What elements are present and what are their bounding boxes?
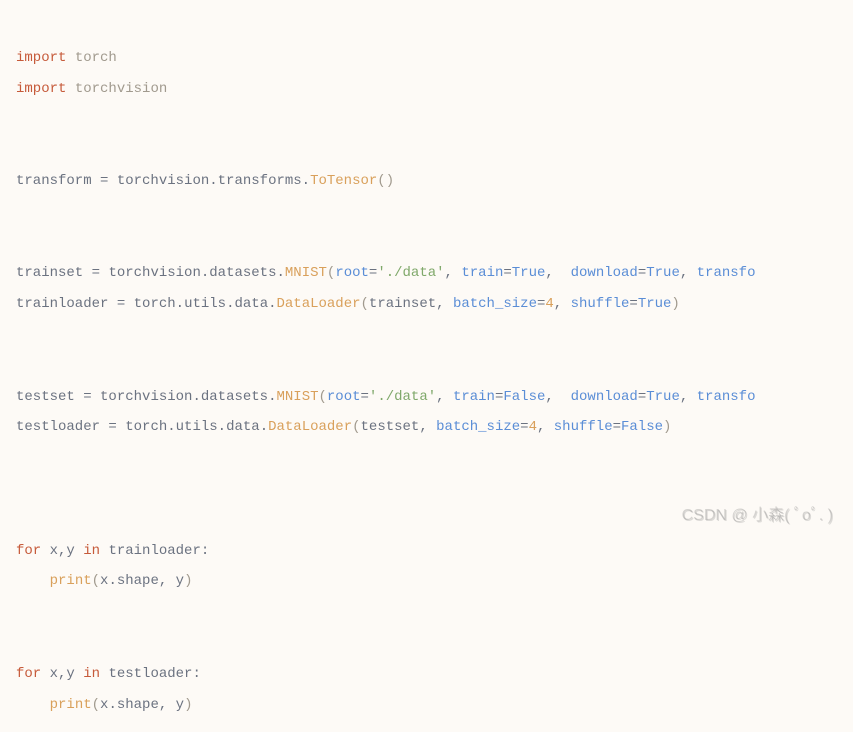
code-block: import torch import torchvision transfor… xyxy=(0,0,853,732)
function-call: ToTensor xyxy=(310,173,377,189)
kwarg: download xyxy=(571,265,638,281)
function-call: MNIST xyxy=(276,389,318,405)
variable: testset xyxy=(16,389,83,405)
function-call: MNIST xyxy=(285,265,327,281)
function-call: print xyxy=(50,697,92,713)
number-literal: 4 xyxy=(545,296,553,312)
kwarg: download xyxy=(571,389,638,405)
kwarg: batch_size xyxy=(436,419,520,435)
kwarg: shuffle xyxy=(554,419,613,435)
variable: trainloader xyxy=(16,296,117,312)
keyword-in: in xyxy=(83,666,100,682)
string-literal: './data' xyxy=(377,265,444,281)
keyword-for: for xyxy=(16,543,41,559)
number-literal: 4 xyxy=(529,419,537,435)
variable: transform xyxy=(16,173,100,189)
kwarg: train xyxy=(461,265,503,281)
keyword-for: for xyxy=(16,666,41,682)
kwarg: root xyxy=(335,265,369,281)
kwarg-cut: transfo xyxy=(697,265,756,281)
function-call: DataLoader xyxy=(277,296,361,312)
module-name xyxy=(66,50,74,66)
string-literal: './data' xyxy=(369,389,436,405)
kwarg: shuffle xyxy=(571,296,630,312)
function-call: print xyxy=(50,573,92,589)
kwarg: root xyxy=(327,389,361,405)
kwarg: train xyxy=(453,389,495,405)
keyword-in: in xyxy=(83,543,100,559)
kwarg-cut: transfo xyxy=(697,389,756,405)
module-name: torch xyxy=(75,50,117,66)
keyword-import: import xyxy=(16,50,66,66)
variable: testloader xyxy=(16,419,108,435)
module-name: torchvision xyxy=(75,81,167,97)
variable: trainset xyxy=(16,265,92,281)
watermark: CSDN @ 小森( ﾟoﾟ. ) xyxy=(682,498,833,533)
keyword-import: import xyxy=(16,81,66,97)
function-call: DataLoader xyxy=(268,419,352,435)
kwarg: batch_size xyxy=(453,296,537,312)
